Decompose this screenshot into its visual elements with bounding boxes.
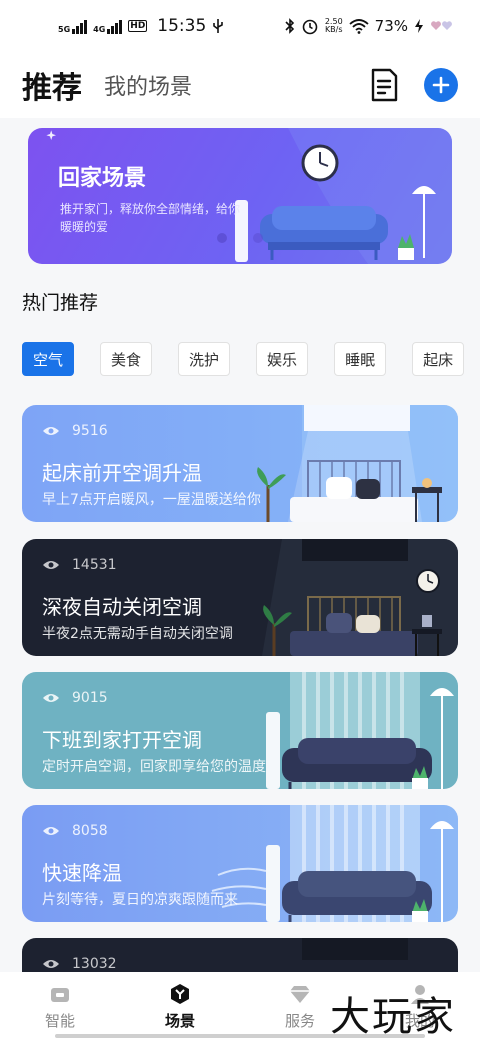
- view-count-value: 9516: [72, 423, 108, 439]
- status-right: 2.50 KB/s 73%: [285, 17, 454, 35]
- nav-scene[interactable]: 场景: [120, 972, 240, 1040]
- scene-card[interactable]: 14531 深夜自动关闭空调 半夜2点无需动手自动关闭空调: [22, 539, 458, 656]
- document-icon[interactable]: [368, 67, 400, 103]
- hot-recommend-title: 热门推荐: [22, 292, 99, 314]
- wifi-icon: [349, 19, 369, 34]
- scene-desc: 定时开启空调，回家即享给您的温度: [42, 759, 266, 775]
- view-count: 8058: [42, 823, 108, 839]
- signal-5g-icon: 5G: [58, 18, 88, 34]
- view-count: 13032: [42, 956, 117, 972]
- header-actions: [368, 67, 458, 103]
- eye-icon: [43, 561, 59, 569]
- charging-icon: [415, 19, 423, 33]
- chip-air[interactable]: 空气: [22, 342, 75, 376]
- banner-desc: 推开家门，释放你全部情绪，给你暖暖的爱: [60, 202, 241, 234]
- nav-smart[interactable]: 智能: [0, 972, 120, 1040]
- plus-icon: [432, 76, 450, 94]
- status-left: 5G 4G HD 15:35: [58, 16, 224, 36]
- nav-label: 智能: [44, 1011, 75, 1030]
- banner-home-scene[interactable]: 回家场景 推开家门，释放你全部情绪，给你暖暖的爱: [28, 128, 452, 264]
- eye-icon: [43, 960, 59, 968]
- chip-wakeup[interactable]: 起床: [412, 342, 465, 376]
- page-header: 推荐 我的场景: [0, 52, 480, 118]
- eye-icon: [43, 827, 59, 835]
- hearts-icon: [431, 21, 452, 30]
- usb-icon: [213, 19, 224, 33]
- watermark-logo: 大玩家: [330, 994, 456, 1040]
- hd-icon: HD: [128, 20, 148, 32]
- eye-icon: [43, 694, 59, 702]
- scene-card[interactable]: 9015 下班到家打开空调 定时开启空调，回家即享给您的温度: [22, 672, 458, 789]
- scene-icon: [171, 983, 189, 1004]
- nav-label: 场景: [164, 1011, 195, 1030]
- chip-entertainment[interactable]: 娱乐: [256, 342, 309, 376]
- view-count: 14531: [42, 557, 117, 573]
- home-indicator[interactable]: [55, 1034, 425, 1038]
- tab-recommend[interactable]: 推荐: [22, 63, 82, 107]
- view-count: 9516: [42, 423, 108, 439]
- diamond-icon: [290, 985, 310, 1003]
- scene-desc: 片刻等待，夏日的凉爽跟随而来: [42, 892, 238, 908]
- sim2-label: 4G: [93, 25, 106, 34]
- chip-food[interactable]: 美食: [100, 342, 153, 376]
- eye-icon: [43, 427, 59, 435]
- view-count: 9015: [42, 690, 108, 706]
- category-chips: 空气 美食 洗护 娱乐 睡眠 起床: [22, 342, 480, 378]
- status-bar: 5G 4G HD 15:35 2.50 KB/s 73%: [0, 0, 480, 52]
- banner-title: 回家场景: [58, 166, 147, 191]
- scene-card[interactable]: 8058 快速降温 片刻等待，夏日的凉爽跟随而来: [22, 805, 458, 922]
- signal-4g-icon: 4G: [93, 18, 123, 34]
- robot-icon: [51, 987, 69, 1002]
- chip-sleep[interactable]: 睡眠: [334, 342, 387, 376]
- chip-wash[interactable]: 洗护: [178, 342, 231, 376]
- speed-unit: KB/s: [324, 25, 343, 34]
- alarm-icon: [302, 19, 318, 35]
- banner-illustration: [46, 128, 452, 264]
- view-count-value: 13032: [72, 956, 117, 972]
- net-speed: 2.50 KB/s: [325, 18, 343, 34]
- tab-my-scenes[interactable]: 我的场景: [104, 69, 192, 101]
- sim1-label: 5G: [58, 25, 71, 34]
- scene-title: 下班到家打开空调: [42, 728, 202, 752]
- scene-title: 深夜自动关闭空调: [42, 595, 202, 619]
- view-count-value: 9015: [72, 690, 108, 706]
- scene-card[interactable]: 9516 起床前开空调升温 早上7点开启暖风，一屋温暖送给你: [22, 405, 458, 522]
- add-scene-button[interactable]: [424, 68, 458, 102]
- scene-title: 快速降温: [42, 861, 122, 885]
- view-count-value: 8058: [72, 823, 108, 839]
- scene-title: 起床前开空调升温: [42, 461, 202, 485]
- scene-desc: 半夜2点无需动手自动关闭空调: [42, 626, 233, 642]
- clock: 15:35: [157, 16, 207, 36]
- scene-desc: 早上7点开启暖风，一屋温暖送给你: [42, 492, 261, 508]
- bluetooth-icon: [285, 18, 294, 34]
- nav-label: 服务: [284, 1011, 315, 1030]
- battery-percent: 73%: [374, 17, 408, 35]
- view-count-value: 14531: [72, 557, 117, 573]
